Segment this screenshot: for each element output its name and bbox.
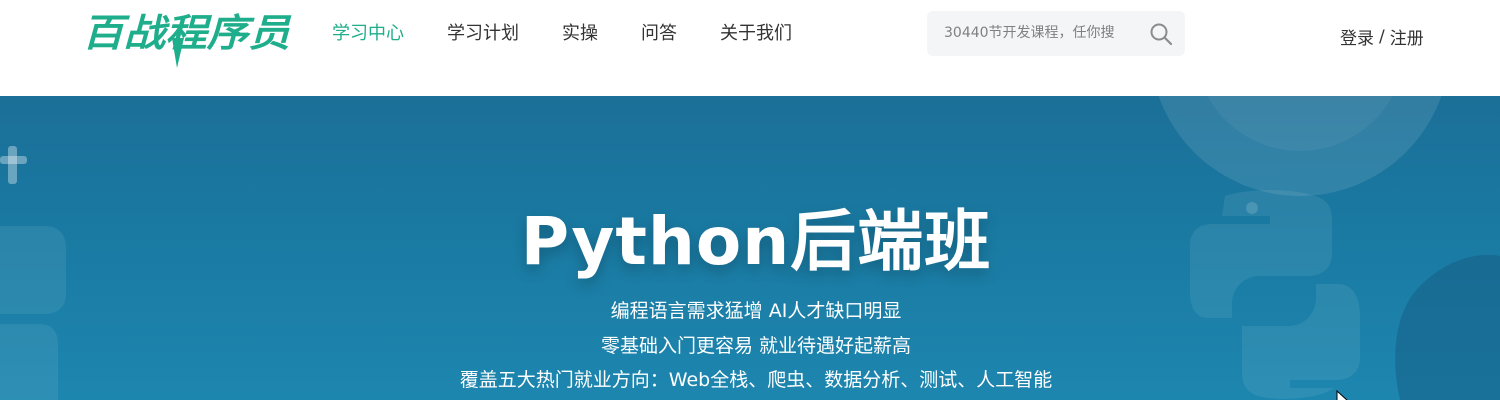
nav-item-about-us[interactable]: 关于我们	[720, 20, 792, 48]
banner-subtitle-2: 零基础入门更容易 就业待遇好起薪高	[600, 335, 912, 357]
login-link[interactable]: 登录	[1340, 24, 1374, 49]
register-link[interactable]: 注册	[1390, 24, 1424, 49]
svg-text:百战程序员: 百战程序员	[82, 11, 292, 55]
banner-subtitle-1: 编程语言需求猛增 AI人才缺口明显	[610, 300, 902, 322]
banner-title: Python后端班	[520, 203, 992, 280]
nav-item-practice[interactable]: 实操	[562, 20, 598, 48]
search-box	[927, 11, 1185, 56]
brand-logo[interactable]: 百战程序员	[80, 2, 295, 72]
nav-item-qa[interactable]: 问答	[641, 20, 677, 48]
main-nav: 学习中心 学习计划 实操 问答 关于我们	[332, 20, 835, 48]
auth-links: 登录 / 注册	[1340, 24, 1424, 50]
nav-item-learning-center[interactable]: 学习中心	[332, 20, 404, 48]
banner-subtitle-3: 覆盖五大热门就业方向：Web全栈、爬虫、数据分析、测试、人工智能	[459, 369, 1053, 391]
auth-separator: /	[1379, 26, 1385, 47]
search-input[interactable]	[944, 23, 1134, 43]
hero-banner[interactable]: Python后端班 编程语言需求猛增 AI人才缺口明显 零基础入门更容易 就业待…	[0, 96, 1500, 400]
mouse-cursor-icon	[1336, 390, 1348, 400]
site-header: 百战程序员 学习中心 学习计划 实操 问答 关于我们 登录 / 注册	[0, 0, 1500, 96]
search-icon[interactable]	[1149, 22, 1173, 46]
nav-item-study-plan[interactable]: 学习计划	[447, 20, 519, 48]
